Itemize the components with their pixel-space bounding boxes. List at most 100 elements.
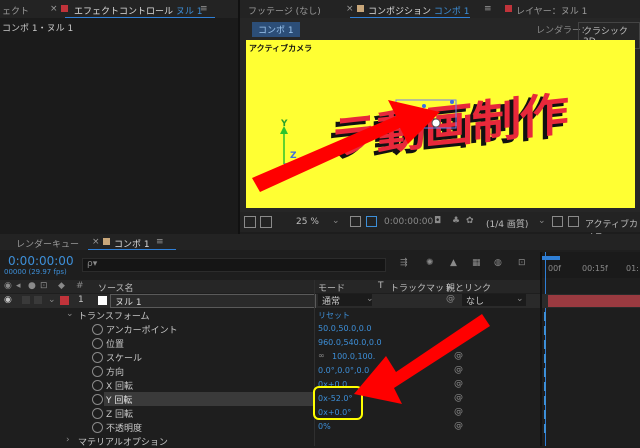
keyframe-marker[interactable] (544, 424, 546, 433)
keyframe-marker[interactable] (544, 340, 546, 349)
tab-layer[interactable]: レイヤー：ヌル 1 (516, 4, 587, 17)
comp-flowchart-icon[interactable]: ⇶ (400, 258, 408, 268)
comp-name-chip[interactable]: コンポ 1 (252, 22, 300, 37)
col-source-name[interactable]: ソース名 (98, 281, 134, 294)
chevron-down-icon[interactable]: ⌄ (516, 294, 524, 304)
layer-search-input[interactable]: ρ▾ (82, 258, 386, 272)
composition-title: コンポジション (368, 7, 432, 17)
chevron-down-icon[interactable]: ⌄ (538, 216, 546, 226)
stopwatch-icon[interactable] (92, 352, 103, 363)
material-options-label: マテリアルオプション (78, 438, 168, 448)
layer-color-chip (505, 5, 512, 12)
close-icon[interactable]: × (346, 4, 354, 14)
effects-tab-bar: ェクト × エフェクトコントロール ヌル 1 ≡ (0, 0, 238, 18)
stopwatch-icon[interactable] (92, 366, 103, 377)
annotation-arrow-lower (354, 314, 490, 404)
effect-controls-title: エフェクトコントロール (74, 7, 174, 17)
annotation-arrow-upper (252, 100, 440, 192)
panel-menu-icon[interactable]: ≡ (484, 4, 492, 14)
expand-chevron-icon[interactable]: ⌄ (66, 309, 74, 319)
tab-composition[interactable]: コンポジション コンポ 1 (368, 4, 469, 17)
shy-layers-icon[interactable]: ▲ (450, 258, 457, 268)
tab-footage[interactable]: フッテージ (なし) (248, 4, 321, 17)
keyframe-marker[interactable] (544, 312, 546, 321)
region-of-interest-icon[interactable] (552, 216, 563, 227)
keyframe-marker[interactable] (544, 396, 546, 405)
timeline-tab-bar: レンダーキュー × コンポ 1 ≡ (0, 234, 640, 250)
always-preview-icon[interactable] (244, 216, 256, 228)
ruler-tick: 01: (626, 264, 639, 273)
col-track-matte[interactable]: トラックマット (390, 281, 453, 294)
close-icon[interactable]: × (50, 4, 58, 14)
frame-blending-icon[interactable]: ▦ (472, 258, 481, 268)
effect-breadcrumb: コンポ 1・ヌル 1 (2, 24, 74, 34)
stopwatch-icon[interactable] (92, 324, 103, 335)
monitor-icon[interactable] (260, 216, 272, 228)
viewer-timecode[interactable]: 0:00:00:00 (384, 217, 433, 227)
frame-info: 00000 (29.97 fps) (4, 268, 67, 276)
property-name: X 回転 (106, 382, 134, 392)
tab-render-queue[interactable]: レンダーキュー (16, 237, 79, 250)
stopwatch-icon[interactable] (92, 394, 103, 405)
tab-project[interactable]: ェクト (2, 4, 29, 17)
keyframe-marker[interactable] (544, 354, 546, 363)
graph-editor-icon[interactable]: ⊡ (518, 258, 526, 268)
layer-duration-bar[interactable] (548, 295, 640, 307)
active-tab-underline (88, 249, 176, 250)
zoom-select[interactable]: 25 % (296, 217, 319, 227)
color-icon[interactable]: ✿ (466, 216, 474, 226)
chevron-down-icon[interactable]: ⌄ (332, 216, 340, 226)
current-timecode[interactable]: 0:00:00:00 (8, 254, 74, 268)
keyframe-marker[interactable] (544, 410, 546, 419)
viewer-toolbar: 25 % ⌄ 0:00:00:00 ◘ ♣ ✿ (1/4 画質) ⌄ アクティブ… (240, 212, 640, 243)
mask-visibility-icon[interactable] (366, 216, 377, 227)
search-icon: ρ▾ (87, 259, 98, 269)
comp-color-chip (357, 5, 364, 12)
constrain-link-icon[interactable]: ∞ (318, 351, 325, 360)
comp-color-chip (103, 238, 110, 245)
stopwatch-icon[interactable] (92, 338, 103, 349)
keyframe-marker[interactable] (544, 326, 546, 335)
expand-chevron-icon[interactable]: ⌄ (48, 295, 56, 305)
stopwatch-icon[interactable] (92, 422, 103, 433)
keyframe-marker[interactable] (544, 368, 546, 377)
col-t[interactable]: T (378, 281, 384, 291)
tab-effect-controls[interactable]: エフェクトコントロール ヌル 1 (74, 4, 202, 17)
null-layer-icon (98, 296, 107, 305)
expand-chevron-icon[interactable]: › (66, 435, 70, 445)
transform-label: トランスフォーム (78, 312, 150, 322)
layer-row[interactable]: ◉ ⌄ 1 ヌル 1 通常 ⌄ @ なし ⌄ (0, 294, 640, 308)
close-icon[interactable]: × (92, 237, 100, 247)
panel-menu-icon[interactable]: ≡ (200, 4, 208, 14)
eye-icon[interactable]: ◉ (4, 295, 12, 305)
layer-name[interactable]: ヌル 1 (110, 294, 316, 308)
expression-pickwhip-icon[interactable]: @ (454, 421, 463, 431)
show-channel-icon[interactable]: ♣ (452, 216, 460, 226)
ruler-tick: 00f (548, 264, 561, 273)
lock-toggle[interactable] (34, 296, 42, 304)
motion-blur-icon[interactable]: ◍ (494, 258, 502, 268)
lock-icon: ⊡ (40, 281, 48, 291)
stopwatch-icon[interactable] (92, 408, 103, 419)
grid-icon[interactable] (350, 216, 361, 227)
property-name: 不透明度 (106, 424, 143, 434)
col-parent-link[interactable]: 親とリンク (446, 281, 491, 294)
solo-toggle[interactable] (22, 296, 30, 304)
keyframe-marker[interactable] (544, 382, 546, 391)
label-icon: ◆ (58, 281, 65, 291)
viewer-tab-bar: フッテージ (なし) × コンポジション コンポ 1 ≡ レイヤー：ヌル 1 (240, 0, 640, 18)
draft-3d-icon[interactable]: ✺ (426, 258, 434, 268)
property-value[interactable]: 0% (318, 422, 331, 431)
time-ruler[interactable]: 00f 00:15f 01: (542, 252, 640, 278)
timeline-divider (540, 252, 542, 446)
transparency-grid-icon[interactable] (568, 216, 579, 227)
camera-snapshot-icon[interactable]: ◘ (434, 216, 441, 226)
effect-controls-panel: コンポ 1・ヌル 1 (0, 18, 238, 234)
stopwatch-icon[interactable] (92, 380, 103, 391)
column-divider (314, 280, 315, 446)
col-mode[interactable]: モード (318, 281, 345, 294)
resolution-select[interactable]: (1/4 画質) (486, 217, 528, 230)
layer-label-color[interactable] (60, 296, 69, 305)
panel-menu-icon[interactable]: ≡ (156, 237, 164, 247)
eye-icon: ◉ (4, 281, 12, 291)
